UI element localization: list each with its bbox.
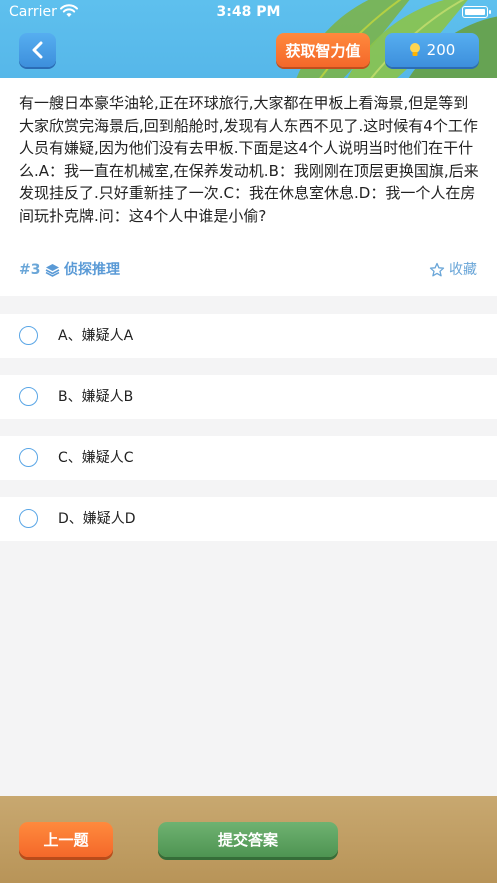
favorite-label: 收藏 [449,262,477,278]
previous-question-button[interactable]: 上一题 [19,822,113,857]
option-d[interactable]: D、嫌疑人D [0,497,497,541]
radio-unchecked-icon[interactable] [19,387,38,406]
previous-label: 上一题 [43,831,89,849]
question-meta: #3 侦探推理 收藏 [19,259,477,281]
favorite-button[interactable]: 收藏 [429,259,477,281]
radio-unchecked-icon[interactable] [19,448,38,467]
submit-label: 提交答案 [217,831,278,849]
back-button[interactable] [19,33,56,67]
lightbulb-icon [409,43,420,56]
status-bar: Carrier 3:48 PM [0,0,497,26]
iq-score-value: 200 [426,41,456,59]
layers-icon [45,264,60,277]
option-b[interactable]: B、嫌疑人B [0,375,497,419]
option-label: B、嫌疑人B [58,389,134,405]
submit-answer-button[interactable]: 提交答案 [158,822,338,857]
option-a[interactable]: A、嫌疑人A [0,314,497,358]
top-bar: Carrier 3:48 PM 获取智力值 200 [0,0,497,78]
radio-unchecked-icon[interactable] [19,509,38,528]
option-c[interactable]: C、嫌疑人C [0,436,497,480]
option-label: D、嫌疑人D [58,511,136,527]
question-category: 侦探推理 [45,259,120,281]
battery-icon [462,6,491,18]
question-text: 有一艘日本豪华油轮,正在环球旅行,大家都在甲板上看海景,但是等到大家欣赏完海景后… [19,94,479,225]
category-label: 侦探推理 [64,262,120,278]
question-card: 有一艘日本豪华油轮,正在环球旅行,大家都在甲板上看海景,但是等到大家欣赏完海景后… [0,78,497,296]
option-label: C、嫌疑人C [58,450,134,466]
option-label: A、嫌疑人A [58,328,134,344]
get-iq-button[interactable]: 获取智力值 [276,33,370,67]
bottom-bar: 上一题 提交答案 [0,796,497,883]
get-iq-label: 获取智力值 [285,41,361,60]
status-time: 3:48 PM [216,4,281,20]
iq-score-button[interactable]: 200 [385,33,479,67]
chevron-left-icon [32,41,42,59]
question-number: #3 [19,262,41,278]
radio-unchecked-icon[interactable] [19,326,38,345]
star-outline-icon [429,262,445,277]
